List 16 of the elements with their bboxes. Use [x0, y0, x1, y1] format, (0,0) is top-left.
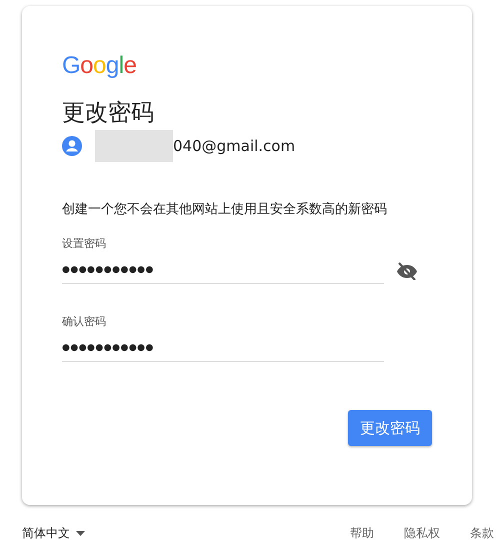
- logo: Google: [62, 52, 136, 80]
- instruction-text: 创建一个您不会在其他网站上使用且安全系数高的新密码: [62, 201, 387, 218]
- field-label: 设置密码: [62, 236, 106, 251]
- account-icon: [62, 136, 82, 156]
- caret-icon: [76, 531, 85, 536]
- eye-off-icon[interactable]: [396, 262, 418, 280]
- language-selector[interactable]: 简体中文: [22, 525, 85, 542]
- footer-link[interactable]: 条款: [470, 525, 494, 542]
- change-password-button[interactable]: 更改密码: [348, 410, 432, 446]
- footer-link[interactable]: 隐私权: [404, 525, 440, 542]
- password-field[interactable]: ●●●●●●●●●●●: [62, 257, 384, 284]
- page-title: 更改密码: [62, 99, 154, 128]
- account-email: 040@gmail.com: [173, 137, 296, 155]
- footer-link[interactable]: 帮助: [350, 525, 374, 542]
- password-field[interactable]: ●●●●●●●●●●●: [62, 335, 384, 362]
- field-label: 确认密码: [62, 314, 106, 329]
